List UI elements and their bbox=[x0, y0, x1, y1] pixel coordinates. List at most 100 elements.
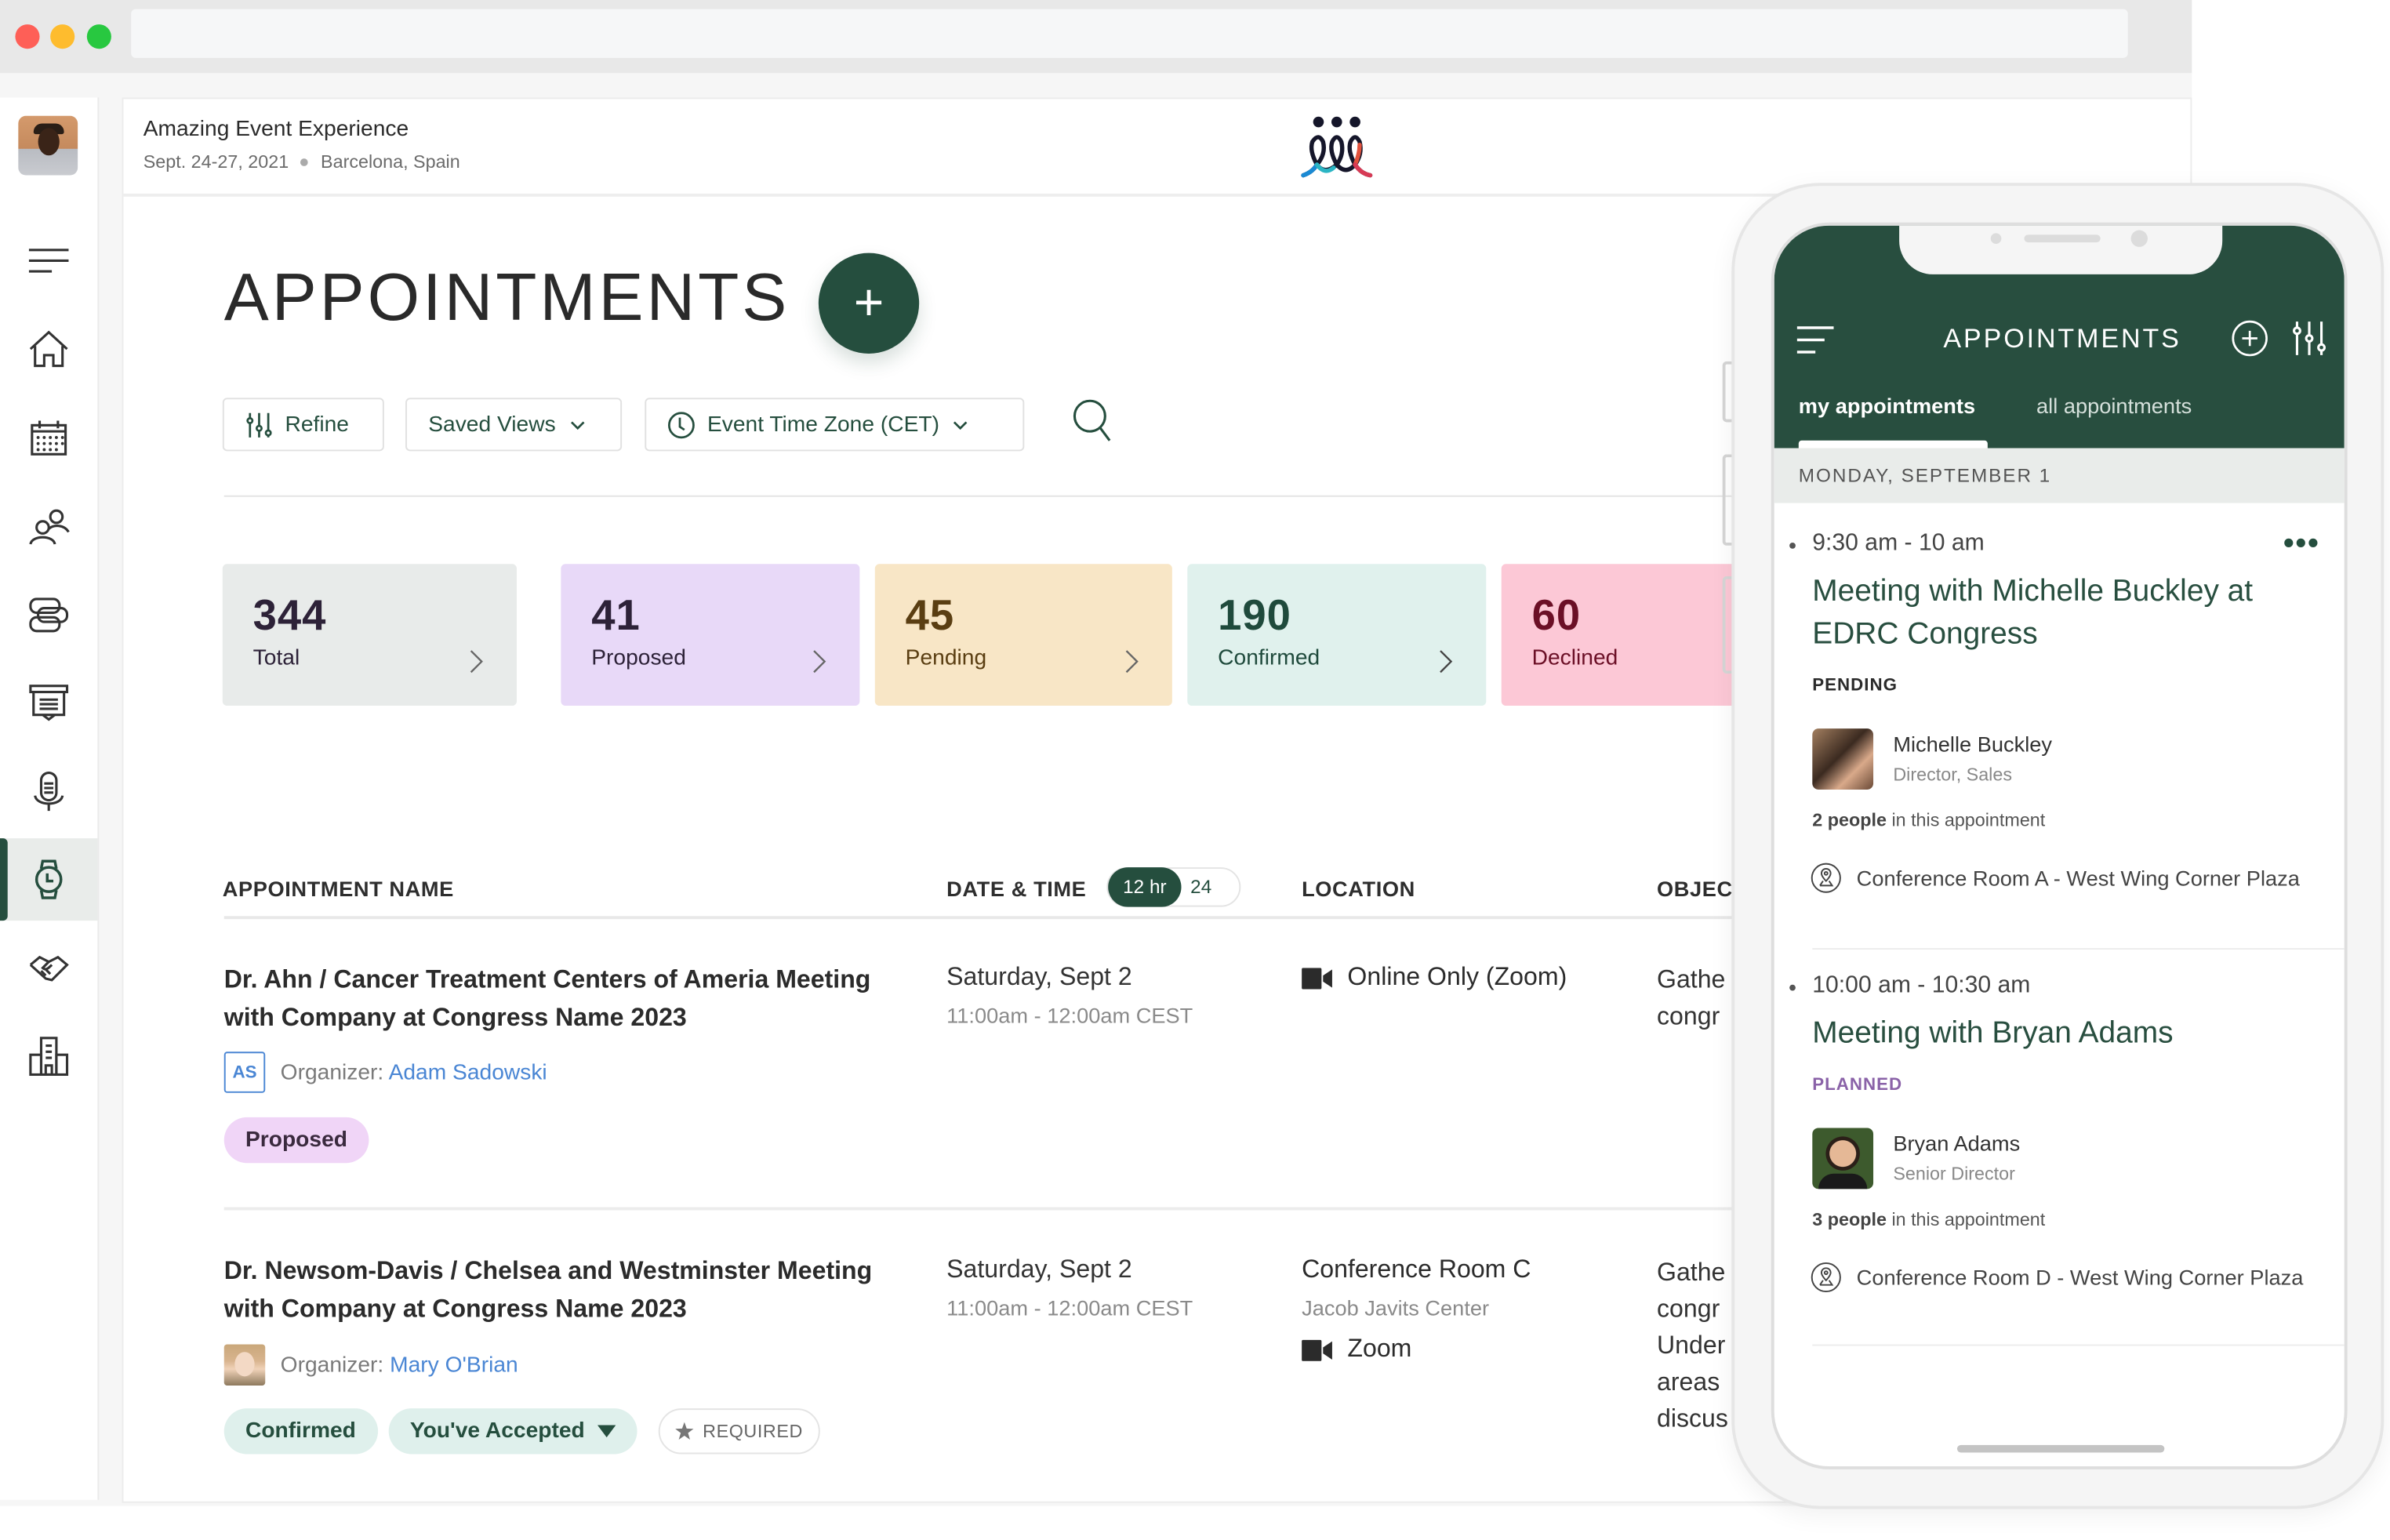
item-divider bbox=[1812, 948, 2345, 950]
appointment-location: Conference Room A - West Wing Corner Pla… bbox=[1856, 866, 2300, 891]
calendar-icon bbox=[31, 420, 67, 456]
bullet bbox=[1789, 984, 1796, 991]
chevron-right-icon bbox=[1440, 650, 1453, 674]
organizer-prefix: Organizer: bbox=[280, 1059, 384, 1085]
browser-chrome bbox=[0, 0, 2192, 74]
stat-value: 45 bbox=[905, 591, 955, 639]
attendee-avatar bbox=[1812, 1128, 1874, 1190]
required-label: REQUIRED bbox=[703, 1420, 803, 1442]
stat-value: 190 bbox=[1218, 591, 1291, 639]
stat-card-total[interactable]: 344 Total bbox=[222, 564, 517, 706]
search-icon[interactable] bbox=[1072, 398, 1114, 443]
appointment-title[interactable]: Meeting with Michelle Buckley at EDRC Co… bbox=[1812, 570, 2330, 656]
saved-views-label: Saved Views bbox=[428, 412, 556, 437]
event-title: Amazing Event Experience bbox=[143, 117, 409, 142]
tab-my-appointments[interactable]: my appointments bbox=[1799, 394, 1975, 418]
appointment-date: Saturday, Sept 2 bbox=[946, 1255, 1132, 1284]
status-label: PLANNED bbox=[1812, 1076, 1903, 1095]
sliders-icon bbox=[246, 412, 272, 437]
location-pin-icon bbox=[1811, 1262, 1841, 1293]
appointment-time: 10:00 am - 10:30 am bbox=[1812, 972, 2031, 999]
attendee-role: Director, Sales bbox=[1893, 763, 2013, 786]
date-header: MONDAY, SEPTEMBER 1 bbox=[1774, 448, 2345, 503]
chevron-down-icon bbox=[570, 420, 584, 430]
user-avatar[interactable] bbox=[18, 115, 78, 176]
organizer-link[interactable]: Mary O'Brian bbox=[390, 1353, 518, 1377]
refine-button[interactable]: Refine bbox=[222, 398, 384, 452]
stat-value: 41 bbox=[591, 591, 641, 639]
column-header-datetime[interactable]: DATE & TIME bbox=[946, 877, 1086, 901]
refine-label: Refine bbox=[285, 412, 350, 437]
status-badge: Confirmed bbox=[223, 1408, 378, 1455]
appointment-location: Conference Room C bbox=[1302, 1255, 1531, 1284]
column-header-name[interactable]: APPOINTMENT NAME bbox=[223, 877, 454, 901]
more-options-icon[interactable]: ••• bbox=[2283, 529, 2320, 560]
people-icon bbox=[29, 509, 70, 545]
watch-icon bbox=[35, 859, 63, 899]
toggle-24hr[interactable]: 24 bbox=[1190, 869, 1211, 906]
sidebar-item-speakers[interactable] bbox=[0, 750, 97, 832]
sidebar-item-appointments[interactable] bbox=[0, 838, 98, 921]
stat-card-pending[interactable]: 45 Pending bbox=[874, 564, 1172, 706]
chevron-down-icon bbox=[953, 420, 968, 430]
organizer-link[interactable]: Adam Sadowski bbox=[389, 1060, 547, 1084]
sidebar bbox=[0, 97, 100, 1500]
people-count-suffix: in this appointment bbox=[1891, 809, 2046, 831]
column-header-objective[interactable]: OBJEC bbox=[1657, 877, 1733, 901]
organizer-avatar bbox=[223, 1344, 266, 1386]
response-label: You've Accepted bbox=[409, 1418, 585, 1444]
event-header: Amazing Event Experience Sept. 24-27, 20… bbox=[123, 99, 2191, 197]
building-icon bbox=[29, 1037, 69, 1077]
column-header-location[interactable]: LOCATION bbox=[1302, 877, 1415, 901]
appointment-name[interactable]: Dr. Newsom-Davis / Chelsea and Westminst… bbox=[224, 1253, 925, 1329]
organizer-prefix: Organizer: bbox=[280, 1353, 384, 1378]
clock-icon bbox=[668, 411, 695, 438]
sidebar-item-home[interactable] bbox=[0, 308, 97, 390]
event-subtitle: Sept. 24-27, 2021 Barcelona, Spain bbox=[143, 151, 460, 172]
timezone-dropdown[interactable]: Event Time Zone (CET) bbox=[645, 398, 1025, 452]
home-icon bbox=[29, 330, 68, 368]
appointment-location: Online Only (Zoom) bbox=[1302, 964, 1567, 993]
sidebar-item-sponsors[interactable] bbox=[0, 927, 97, 1009]
people-count: 3 people in this appointment bbox=[1812, 1209, 2045, 1230]
chevron-right-icon bbox=[813, 650, 826, 674]
add-circle-icon[interactable] bbox=[2232, 320, 2268, 357]
stat-card-proposed[interactable]: 41 Proposed bbox=[561, 564, 860, 706]
response-dropdown[interactable]: You've Accepted bbox=[388, 1408, 637, 1455]
organizer: AS Organizer: Adam Sadowski bbox=[223, 1051, 547, 1093]
sidebar-item-sessions[interactable] bbox=[0, 573, 97, 656]
appointment-name-line: Dr. Newsom-Davis / Chelsea and Westminst… bbox=[223, 1257, 873, 1285]
appointment-time: 11:00am - 12:00am CEST bbox=[946, 1003, 1193, 1028]
tab-all-appointments[interactable]: all appointments bbox=[2036, 394, 2192, 418]
home-indicator bbox=[1956, 1444, 2165, 1453]
attendee-avatar bbox=[1812, 728, 1874, 790]
sidebar-item-menu[interactable] bbox=[0, 220, 97, 302]
sidebar-item-calendar[interactable] bbox=[0, 396, 97, 478]
sessions-icon bbox=[29, 597, 69, 633]
microphone-icon bbox=[34, 772, 64, 812]
appointment-name-line: Dr. Ahn / Cancer Treatment Centers of Am… bbox=[223, 966, 871, 994]
add-appointment-button[interactable]: + bbox=[818, 252, 920, 354]
appointment-date: Saturday, Sept 2 bbox=[946, 963, 1132, 991]
toggle-12hr[interactable]: 12 hr bbox=[1108, 867, 1182, 907]
sidebar-item-people[interactable] bbox=[0, 485, 97, 567]
people-count-value: 2 people bbox=[1812, 809, 1887, 831]
stat-label: Confirmed bbox=[1218, 646, 1320, 671]
appointment-location: Conference Room D - West Wing Corner Pla… bbox=[1856, 1265, 2304, 1290]
time-format-toggle[interactable]: 12 hr 24 bbox=[1106, 867, 1241, 907]
appointment-title[interactable]: Meeting with Bryan Adams bbox=[1812, 1012, 2330, 1055]
saved-views-dropdown[interactable]: Saved Views bbox=[405, 398, 623, 452]
appointment-name-line: with Company at Congress Name 2023 bbox=[223, 1295, 687, 1324]
appointment-name[interactable]: Dr. Ahn / Cancer Treatment Centers of Am… bbox=[224, 962, 925, 1038]
maximize-window-button[interactable] bbox=[86, 24, 111, 49]
stat-card-confirmed[interactable]: 190 Confirmed bbox=[1187, 564, 1487, 706]
item-divider bbox=[1812, 1344, 2345, 1346]
sidebar-item-presentations[interactable] bbox=[0, 662, 97, 744]
sidebar-item-exhibitors[interactable] bbox=[0, 1015, 97, 1098]
address-bar[interactable] bbox=[131, 9, 2128, 58]
organizer-label: Organizer: Adam Sadowski bbox=[281, 1060, 547, 1084]
close-window-button[interactable] bbox=[15, 24, 40, 49]
minimize-window-button[interactable] bbox=[50, 24, 75, 49]
chevron-right-icon bbox=[1125, 650, 1139, 674]
sliders-icon[interactable] bbox=[2293, 320, 2326, 357]
